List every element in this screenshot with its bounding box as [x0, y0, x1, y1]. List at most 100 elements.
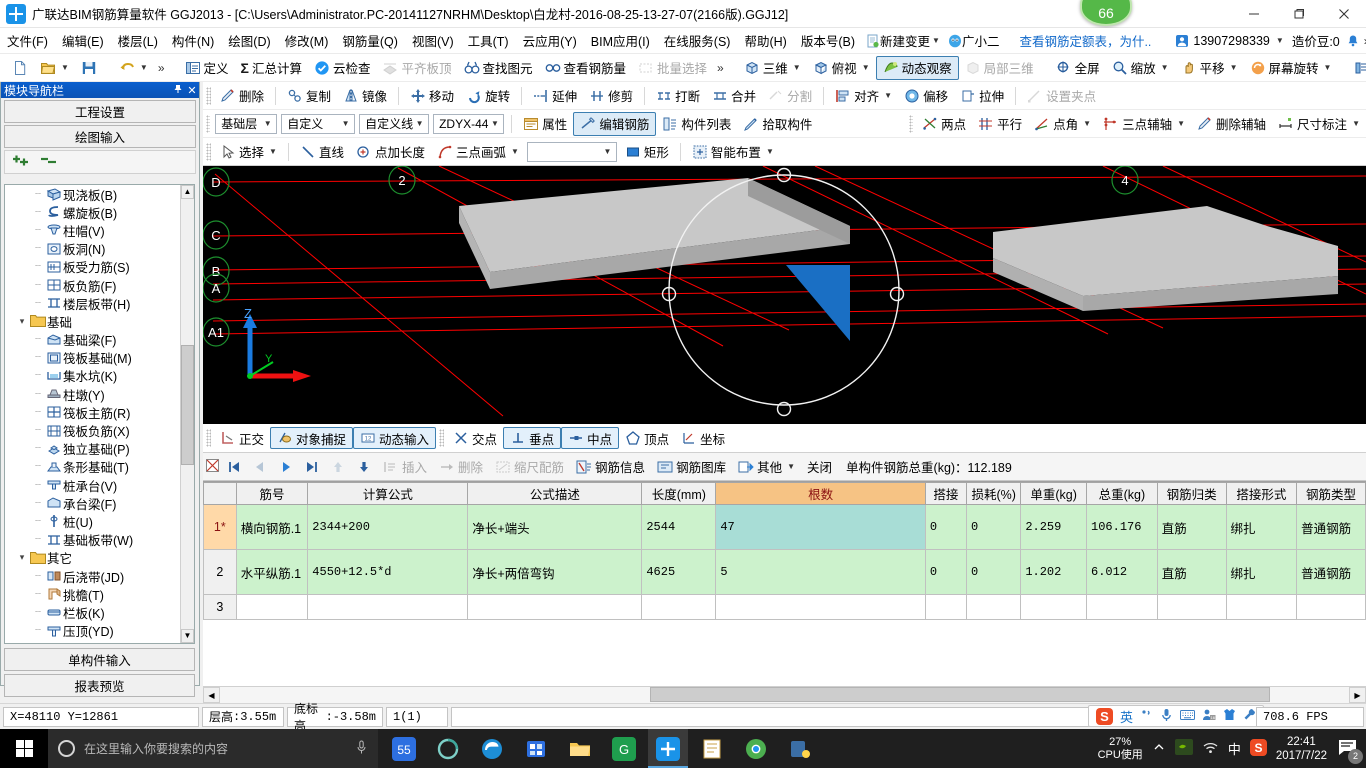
cell-miaoshu[interactable]: 净长+两倍弯钩 — [467, 549, 643, 595]
property-button[interactable]: 属性 — [517, 112, 573, 136]
batch-select-button[interactable]: 批量选择 — [632, 56, 713, 80]
component-tree[interactable]: ┄ 现浇板(B) ┄ 螺旋板(B) ┄ 柱帽(V) ┄ 板洞(N) ┄ 板受力筋(S) ┄ 板负筋(F… — [4, 184, 195, 644]
point-length-tool-button[interactable]: 点加长度 — [350, 140, 431, 164]
tree-item-15[interactable]: ┄ 条形基础(T) — [5, 458, 194, 476]
tree-item-24[interactable]: ┄ 压顶(YD) — [5, 622, 194, 640]
vertex-toggle[interactable]: 顶点 — [619, 427, 675, 449]
cell-dajie[interactable] — [924, 594, 968, 620]
fullscreen-button[interactable]: 全屏 — [1050, 56, 1106, 80]
guang-xiaoer-button[interactable]: 广小二 — [948, 31, 999, 50]
tree-expander-icon[interactable]: ▾ — [15, 552, 29, 563]
undo-button[interactable]: ▼ — [113, 56, 154, 80]
nvidia-icon[interactable] — [1174, 739, 1193, 758]
menu-help[interactable]: 帮助(H) — [737, 28, 793, 53]
column-header-gongshi[interactable]: 计算公式 — [307, 482, 469, 505]
keyboard-icon[interactable] — [1180, 709, 1196, 724]
cell-sunhao[interactable]: 0 — [966, 504, 1022, 550]
hscroll-right-arrow[interactable]: ▶ — [1349, 687, 1366, 703]
start-button[interactable] — [0, 729, 48, 768]
tree-item-13[interactable]: ┄ 筏板负筋(X) — [5, 421, 194, 439]
menu-edit[interactable]: 编辑(E) — [55, 28, 111, 53]
cell-leixing[interactable]: 普通钢筋 — [1296, 549, 1366, 595]
cell-genshu[interactable] — [715, 594, 926, 620]
tree-item-6[interactable]: ┄ 楼层板带(H) — [5, 294, 194, 312]
project-settings-button[interactable]: 工程设置 — [4, 100, 196, 123]
object-snap-toggle[interactable]: 对象捕捉 — [270, 427, 354, 449]
hscroll-thumb[interactable] — [650, 687, 1270, 702]
align-button[interactable]: 对齐 ▼ — [829, 84, 898, 108]
chevron-down-icon[interactable]: ▼ — [766, 147, 774, 156]
sogou-logo-icon[interactable]: S — [1096, 707, 1113, 725]
mirror-button[interactable]: 镜像 — [337, 84, 393, 108]
extend-button[interactable]: 延伸 — [527, 84, 583, 108]
draw-option-combo[interactable]: ▼ — [526, 141, 617, 162]
snap-toolbar-grip[interactable] — [206, 429, 211, 447]
stretch-button[interactable]: 拉伸 — [954, 84, 1010, 108]
dimension-button[interactable]: 尺寸标注 ▼ — [1272, 112, 1366, 136]
partial-3d-button[interactable]: 局部三维 — [959, 56, 1040, 80]
coordinate-toggle[interactable]: 坐标 — [675, 427, 731, 449]
cell-danzhong[interactable]: 1.202 — [1020, 549, 1088, 595]
tree-item-0[interactable]: ┄ 现浇板(B) — [5, 185, 194, 203]
component-name-combo[interactable]: ZDYX-44 ▼ — [433, 113, 505, 134]
tree-item-1[interactable]: ┄ 螺旋板(B) — [5, 203, 194, 221]
tree-item-8[interactable]: ┄ 基础梁(F) — [5, 331, 194, 349]
chevron-up-icon[interactable] — [1152, 740, 1166, 757]
tree-item-10[interactable]: ┄ 集水坑(K) — [5, 367, 194, 385]
rebar-library-button[interactable]: 钢筋图库 — [651, 456, 732, 478]
punctuation-icon[interactable] — [1140, 708, 1153, 724]
cell-changdu[interactable] — [641, 594, 717, 620]
cell-guilei[interactable]: 直筋 — [1156, 504, 1227, 550]
draw-toolbar-grip[interactable] — [206, 142, 211, 161]
set-grip-point-button[interactable]: 设置夹点 — [1021, 84, 1102, 108]
move-down-button[interactable] — [351, 456, 377, 478]
chevron-down-icon[interactable]: ▼ — [339, 119, 352, 128]
component-toolbar-grip[interactable] — [206, 114, 211, 133]
tree-item-22[interactable]: ┄ 挑檐(T) — [5, 585, 194, 603]
trim-button[interactable]: 修剪 — [583, 84, 639, 108]
rotate-button[interactable]: 旋转 — [460, 84, 516, 108]
floor-combo[interactable]: 基础层 ▼ — [215, 113, 278, 134]
chevron-down-icon[interactable]: ▼ — [884, 91, 892, 100]
tree-expander-icon[interactable]: ▾ — [15, 643, 29, 644]
split-button[interactable]: 分割 — [762, 84, 818, 108]
chevron-down-icon[interactable]: ▼ — [601, 147, 614, 156]
offset-button[interactable]: 偏移 — [898, 84, 954, 108]
3d-viewport[interactable]: D C B A A1 2 4 Z Y — [203, 166, 1366, 424]
pan-button[interactable]: 平移 ▼ — [1175, 56, 1244, 80]
select-tool-button[interactable]: 选择 ▼ — [214, 140, 283, 164]
promo-link[interactable]: 查看钢筋定额表，为什.. — [1011, 31, 1159, 50]
menu-online-service[interactable]: 在线服务(S) — [657, 28, 738, 53]
maximize-button[interactable] — [1276, 0, 1321, 28]
chevron-down-icon[interactable]: ▼ — [61, 63, 69, 72]
tree-item-21[interactable]: ┄ 后浇带(JD) — [5, 567, 194, 585]
collapse-all-icon[interactable] — [39, 154, 59, 171]
summary-calc-button[interactable]: Σ 汇总计算 — [235, 56, 308, 80]
person-icon[interactable]: 16 — [1202, 708, 1216, 724]
cell-row[interactable]: 2 — [203, 549, 237, 595]
move-button[interactable]: 移动 — [404, 84, 460, 108]
cell-dajie[interactable]: 0 — [924, 504, 968, 550]
ime-cn-icon[interactable]: 中 — [1228, 739, 1241, 758]
cell-row[interactable]: 3 — [203, 594, 237, 620]
tree-item-3[interactable]: ┄ 板洞(N) — [5, 240, 194, 258]
viewport-canvas[interactable]: D C B A A1 2 4 Z Y — [203, 166, 1366, 424]
wifi-icon[interactable] — [1202, 740, 1219, 757]
chevron-down-icon[interactable]: ▼ — [932, 36, 940, 45]
tree-item-20[interactable]: ▾ 其它 — [5, 549, 194, 567]
cell-row[interactable]: 1* — [203, 504, 237, 550]
cell-jinhao[interactable] — [235, 594, 309, 620]
panel-close-icon[interactable]: ✕ — [185, 84, 199, 97]
chevron-down-icon[interactable]: ▼ — [413, 119, 426, 128]
cell-genshu[interactable]: 5 — [715, 549, 926, 595]
chevron-down-icon[interactable]: ▼ — [1324, 63, 1332, 72]
insert-row-button[interactable]: 插入 — [377, 456, 433, 478]
bell-icon[interactable] — [1346, 34, 1360, 48]
menu-tools[interactable]: 工具(T) — [461, 28, 516, 53]
edge-icon[interactable] — [472, 729, 512, 768]
table-row[interactable]: 1* 横向钢筋.1 2344+200 净长+端头 2544 47 0 0 2.259 106.17… — [203, 504, 1366, 550]
two-point-axis-button[interactable]: 两点 — [916, 112, 972, 136]
sogou-tray-icon[interactable]: S — [1249, 738, 1267, 759]
type-combo[interactable]: 自定义线 ▼ — [359, 113, 430, 134]
snap-point-grip[interactable] — [439, 429, 445, 447]
